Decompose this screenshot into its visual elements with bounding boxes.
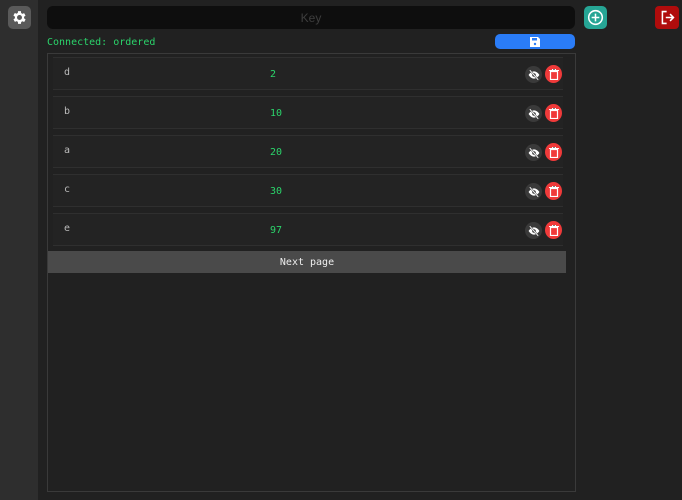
save-icon [530,36,540,47]
plus-circle-icon [587,9,604,26]
row-key: d [64,67,71,78]
entries-panel: d 2 b 10 a 20 c 30 e 97 Next page [47,53,576,492]
gear-icon [13,11,26,24]
delete-button[interactable] [545,221,562,239]
hide-button[interactable] [525,183,542,200]
key-input[interactable] [47,6,575,29]
next-page-button[interactable]: Next page [48,251,566,273]
eye-off-icon [528,225,539,236]
row-value: 10 [270,108,283,119]
row-key: b [64,106,71,117]
eye-off-icon [528,147,539,158]
row-value: 2 [270,69,277,80]
eye-off-icon [528,186,539,197]
hide-button[interactable] [525,144,542,161]
sidebar [0,0,38,500]
row-key: c [64,184,71,195]
hide-button[interactable] [525,105,542,122]
logout-icon [661,10,675,25]
delete-button[interactable] [545,182,562,200]
table-row: a 20 [53,135,563,168]
trash-icon [548,224,559,236]
row-value: 30 [270,186,283,197]
row-value: 20 [270,147,283,158]
save-button[interactable] [495,34,575,49]
delete-button[interactable] [545,65,562,83]
eye-off-icon [528,108,539,119]
trash-icon [548,68,559,80]
row-key: e [64,223,71,234]
table-row: b 10 [53,96,563,129]
trash-icon [548,146,559,158]
logout-button[interactable] [655,6,679,29]
hide-button[interactable] [525,66,542,83]
delete-button[interactable] [545,143,562,161]
delete-button[interactable] [545,104,562,122]
add-button[interactable] [584,6,607,29]
hide-button[interactable] [525,222,542,239]
trash-icon [548,107,559,119]
row-key: a [64,145,71,156]
table-row: e 97 [53,213,563,246]
connection-status: Connected: ordered [47,37,156,48]
table-row: c 30 [53,174,563,207]
table-row: d 2 [53,57,563,90]
trash-icon [548,185,559,197]
row-value: 97 [270,225,283,236]
settings-button[interactable] [8,6,31,29]
eye-off-icon [528,69,539,80]
